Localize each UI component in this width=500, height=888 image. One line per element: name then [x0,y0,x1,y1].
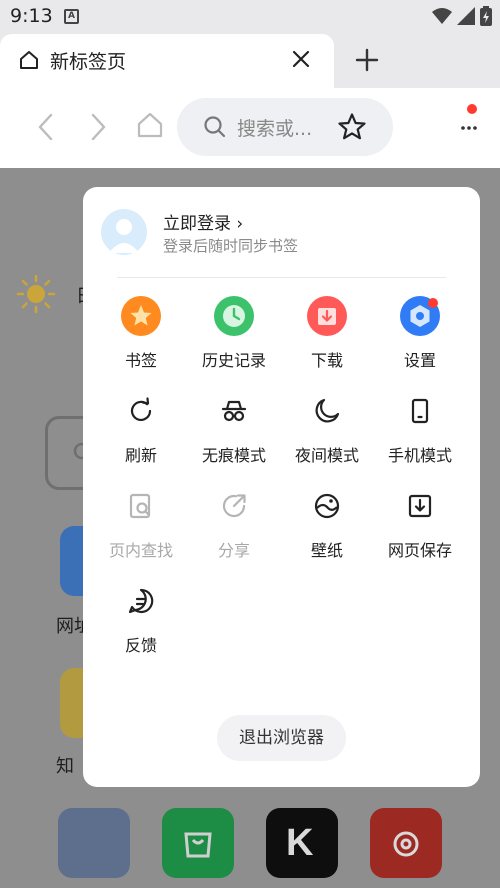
bookmark-star-icon [120,295,162,337]
find-in-page-icon [120,485,162,527]
music-app-icon [370,808,442,878]
shopping-app-icon [162,808,234,878]
menu-item-share[interactable]: 分享 [188,485,280,575]
menu-item-settings[interactable]: 设置 [374,295,466,385]
menu-item-label: 无痕模式 [201,446,266,465]
search-icon [204,116,226,138]
address-search-bar[interactable]: 搜索或... [177,98,393,156]
game-app-icon [58,808,130,878]
browser-menu-panel: 立即登录 › 登录后随时同步书签 书签 历史记录 下载 设置 刷新 无痕模式 夜… [83,187,480,787]
menu-item-wallpaper[interactable]: 壁纸 [281,485,373,575]
search-placeholder: 搜索或... [237,118,313,140]
shopping-bag-icon [184,832,212,858]
avatar[interactable] [101,209,147,255]
menu-item-label: 下载 [310,351,343,370]
menu-item-find-in-page[interactable]: 页内查找 [95,485,187,575]
k-app-icon: K [266,808,338,878]
signal-icon [457,7,475,25]
more-menu-icon[interactable] [455,108,485,148]
wifi-icon [432,8,452,24]
forward-arrow-icon[interactable] [88,112,108,142]
status-time: 9:13 [10,5,53,27]
history-clock-icon [213,295,255,337]
site-label: 知 [56,756,74,777]
back-arrow-icon[interactable] [36,112,56,142]
save-page-icon [399,485,441,527]
login-subtitle: 登录后随时同步书签 [163,237,299,255]
menu-item-label: 历史记录 [201,351,266,370]
login-link[interactable]: 立即登录 › [163,209,243,234]
menu-item-night-mode[interactable]: 夜间模式 [281,390,373,480]
battery-icon [480,6,492,26]
menu-item-bookmarks[interactable]: 书签 [95,295,187,385]
share-icon [213,485,255,527]
user-avatar-icon [109,219,139,253]
settings-icon [399,295,441,337]
feedback-icon [120,580,162,622]
menu-item-incognito[interactable]: 无痕模式 [188,390,280,480]
phone-icon [399,390,441,432]
address-toolbar: 搜索或... [0,88,500,168]
incognito-icon [213,390,255,432]
menu-item-label: 夜间模式 [294,446,359,465]
menu-item-label: 设置 [403,351,436,370]
menu-item-label: 壁纸 [310,541,343,560]
menu-item-label: 反馈 [124,636,157,655]
new-tab-plus-icon[interactable] [354,47,380,73]
menu-item-label: 网页保存 [387,541,452,560]
k-letter: K [286,822,314,864]
home-icon[interactable] [136,111,164,139]
bookmark-star-icon[interactable] [337,112,367,142]
app-notification-icon: A [64,9,79,24]
menu-item-history[interactable]: 历史记录 [188,295,280,385]
weather-sun-icon [16,274,56,314]
menu-item-label: 手机模式 [387,446,452,465]
menu-item-label: 页内查找 [108,541,173,560]
menu-item-label: 分享 [217,541,250,560]
exit-browser-button[interactable]: 退出浏览器 [217,715,346,761]
menu-item-label: 书签 [124,351,157,370]
notification-badge [467,104,477,114]
status-indicators [432,6,492,26]
status-bar: 9:13 A [0,0,500,34]
menu-item-label: 刷新 [124,446,157,465]
close-icon[interactable] [290,48,312,70]
menu-item-refresh[interactable]: 刷新 [95,390,187,480]
menu-item-download[interactable]: 下载 [281,295,373,385]
menu-item-feedback[interactable]: 反馈 [95,580,187,670]
refresh-icon [120,390,162,432]
menu-item-phone-mode[interactable]: 手机模式 [374,390,466,480]
menu-item-save-page[interactable]: 网页保存 [374,485,466,575]
divider [117,277,446,278]
tab-strip: 新标签页 [0,34,500,88]
moon-icon [306,390,348,432]
music-logo-icon [393,831,419,857]
tab-title: 新标签页 [50,51,127,73]
wallpaper-icon [306,485,348,527]
home-icon [20,51,38,69]
tab-new-tab[interactable]: 新标签页 [0,34,334,88]
download-icon [306,295,348,337]
